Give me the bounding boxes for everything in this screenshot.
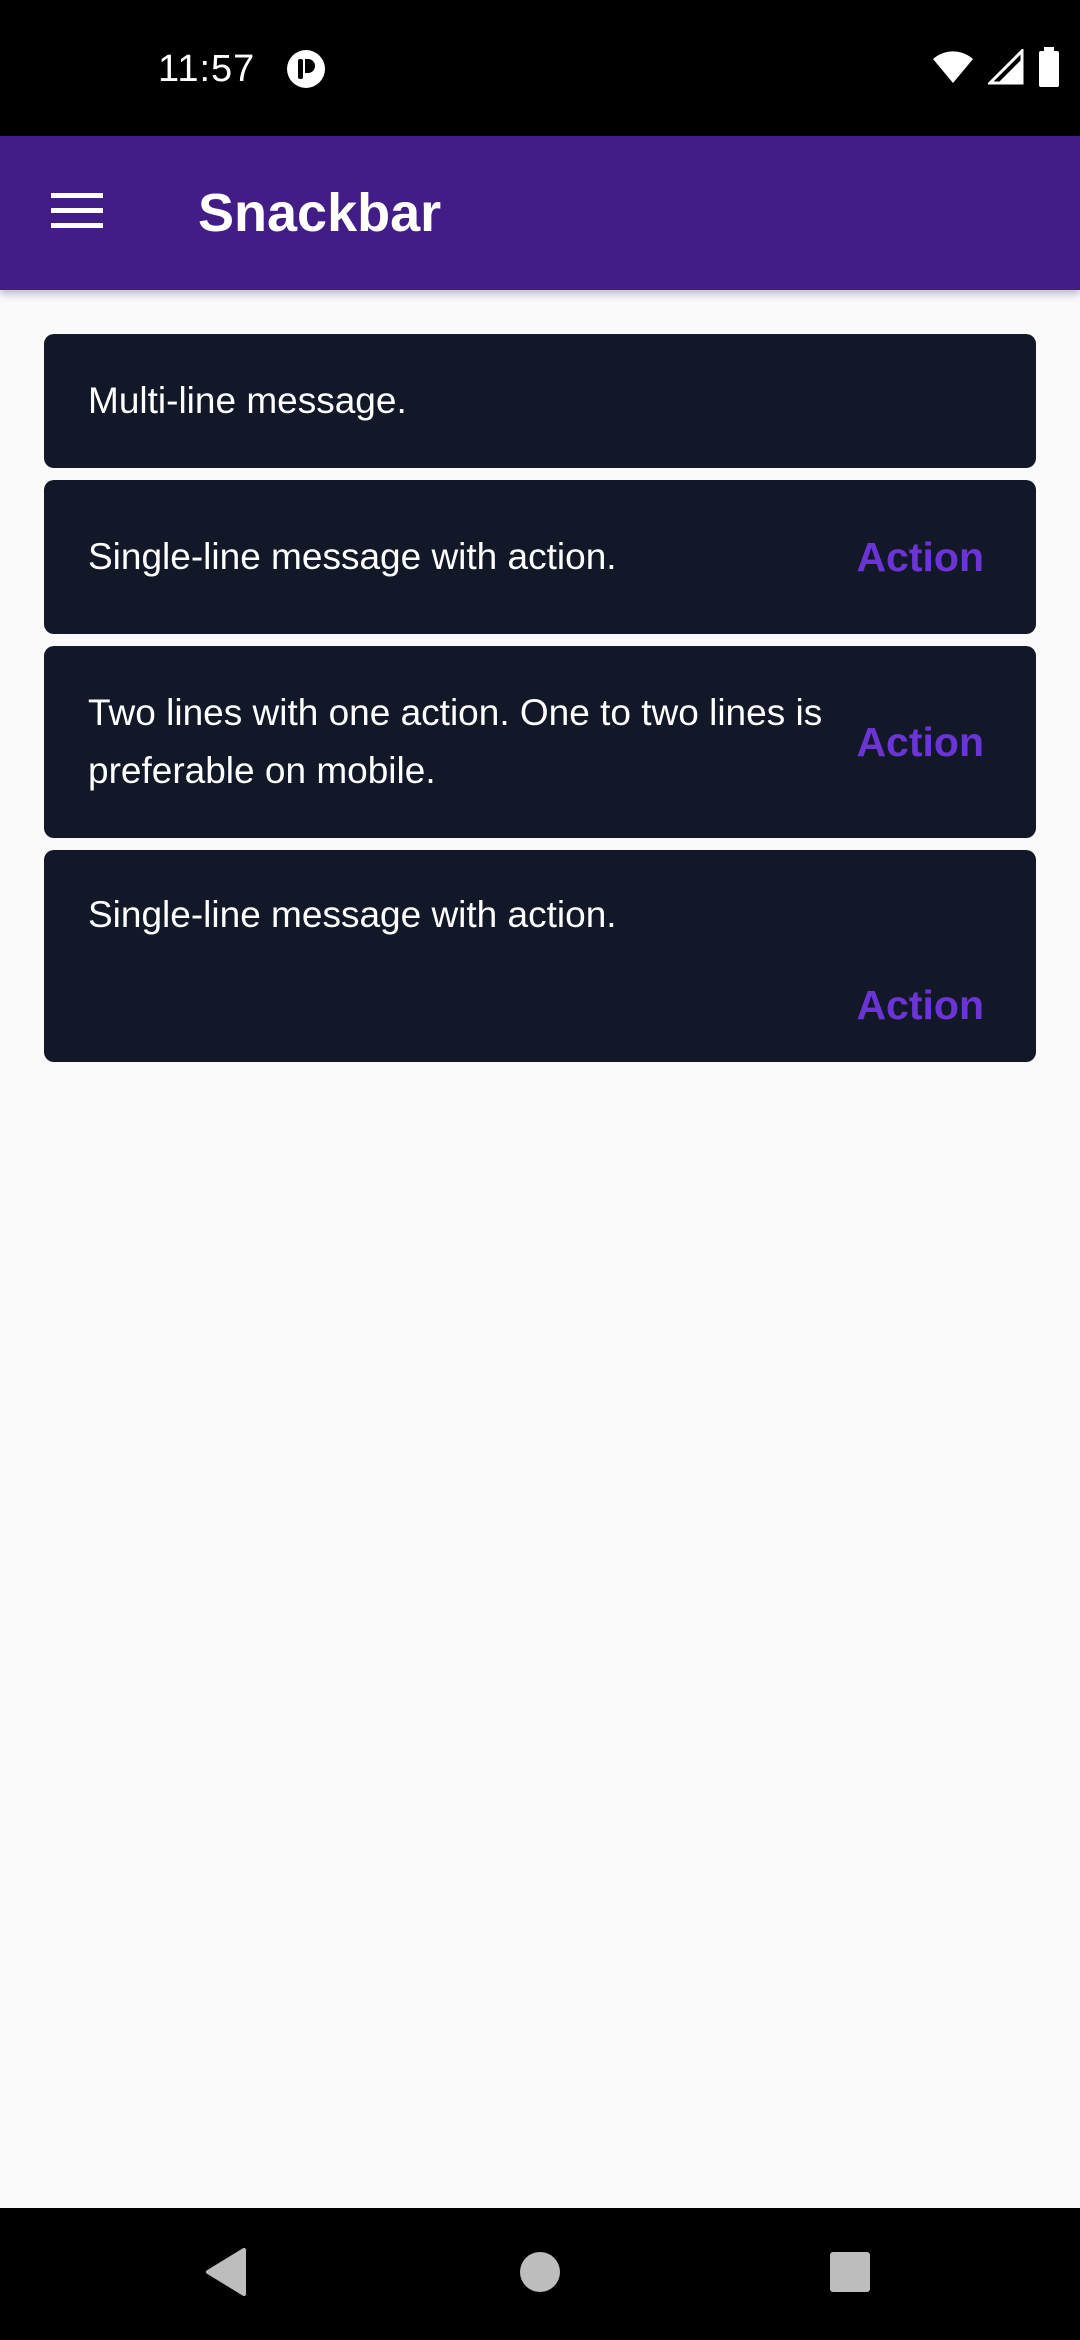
menu-icon — [51, 192, 103, 234]
app-bar: Snackbar — [0, 136, 1080, 290]
snackbar-action-button[interactable]: Action — [856, 976, 984, 1034]
snackbar-message: Two lines with one action. One to two li… — [88, 692, 823, 791]
app-notification-icon — [286, 49, 326, 89]
snackbar-action-button[interactable]: Action — [856, 713, 984, 771]
status-icons — [932, 46, 1060, 92]
back-icon — [204, 2247, 248, 2301]
menu-button[interactable] — [30, 170, 124, 256]
navigation-bar — [0, 2208, 1080, 2340]
home-icon — [519, 2251, 561, 2298]
wifi-icon — [932, 50, 974, 89]
snackbar-two-lines-action: Two lines with one action. One to two li… — [44, 646, 1036, 838]
snackbar-single-line-action: Single-line message with action. Action — [44, 480, 1036, 634]
status-time: 11:57 — [158, 48, 256, 90]
home-button[interactable] — [500, 2234, 580, 2314]
snackbar-message: Single-line message with action. — [88, 894, 617, 935]
recents-icon — [829, 2251, 871, 2298]
snackbar-list: Multi-line message. Single-line message … — [44, 334, 1036, 1074]
cell-signal-icon — [986, 46, 1024, 90]
status-bar: 11:57 — [0, 0, 1080, 136]
snackbar-message: Multi-line message. — [88, 380, 407, 421]
snackbar-action-button[interactable]: Action — [856, 528, 984, 586]
snackbar-message: Single-line message with action. — [88, 536, 617, 577]
battery-icon — [1038, 46, 1060, 92]
snackbar-stacked-action: Single-line message with action. Action — [44, 850, 1036, 1062]
page-title: Snackbar — [198, 183, 442, 243]
back-button[interactable] — [186, 2234, 266, 2314]
snackbar-multi-line: Multi-line message. — [44, 334, 1036, 468]
recents-button[interactable] — [810, 2234, 890, 2314]
